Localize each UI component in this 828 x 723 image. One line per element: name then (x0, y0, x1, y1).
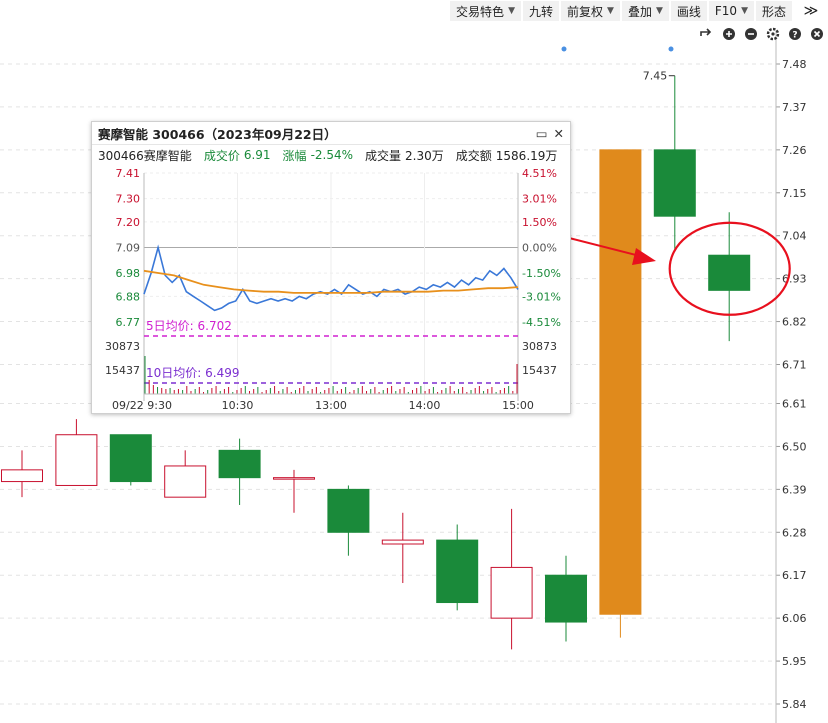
candle-body (436, 539, 479, 604)
candle-body (545, 574, 587, 623)
reply-glyph (700, 28, 712, 36)
y-tick-label: 6.82 (782, 316, 807, 329)
y-tick-label: 7.26 (782, 144, 807, 157)
ma-label: 5日均价: 6.702 (146, 319, 232, 333)
candle-body (1, 469, 43, 483)
candle-body (490, 566, 533, 619)
signal-dot (561, 46, 567, 52)
candle-body (708, 254, 751, 291)
volume-tick-right: 15437 (522, 364, 557, 377)
intraday-y-tick: 6.77 (116, 316, 141, 329)
intraday-x-tick: 10:30 (222, 399, 254, 411)
intraday-pct-tick: 1.50% (522, 216, 557, 229)
zoom-in-icon[interactable] (723, 28, 735, 40)
gear-hub (771, 32, 775, 36)
intraday-pct-tick: 3.01% (522, 193, 557, 206)
candle-body (109, 434, 152, 483)
intraday-y-tick: 7.20 (116, 216, 141, 229)
intraday-x-tick: 09/22 9:30 (112, 399, 172, 411)
intraday-pct-tick: -3.01% (522, 290, 561, 303)
amount-label: 成交额 (455, 148, 492, 163)
close-icon[interactable]: ✕ (554, 126, 564, 141)
popup-info-row: 300466赛摩智能 成交价 6.91 涨幅 -2.54% 成交量 2.30万 … (92, 145, 570, 165)
y-tick-label: 5.84 (782, 698, 807, 711)
intraday-y-tick: 7.41 (116, 167, 141, 180)
candle-body (164, 465, 207, 498)
change-value: -2.54% (310, 148, 354, 162)
change-label: 涨幅 (282, 148, 307, 163)
intraday-chart: 7.41 7.30 7.20 7.09 6.98 6.88 6.77 4.51% 3.01% 1.… (105, 167, 561, 411)
y-tick-label: 7.48 (782, 58, 807, 71)
y-tick-label: 6.17 (782, 569, 807, 582)
candle-body (55, 434, 98, 486)
intraday-pct-tick: 4.51% (522, 167, 557, 180)
annotation-arrow-head (632, 248, 656, 265)
amount-value: 1586.19万 (495, 148, 558, 163)
intraday-y-tick: 7.30 (116, 193, 141, 206)
signal-dot (668, 46, 674, 52)
candle-body (273, 477, 315, 480)
intraday-popup[interactable]: 赛摩智能 300466（2023年09月22日） ▭ ✕ 300466赛摩智能 … (91, 121, 571, 414)
help-icon[interactable]: ? (789, 28, 801, 41)
y-tick-label: 6.71 (782, 358, 807, 371)
candle-body (218, 449, 261, 479)
intraday-y-tick: 7.09 (116, 242, 141, 255)
price-value: 6.91 (243, 148, 271, 162)
y-tick-label: 6.50 (782, 440, 807, 453)
volume-tick-left: 30873 (105, 340, 140, 353)
intraday-x-tick: 13:00 (315, 399, 347, 411)
y-tick-label: 6.61 (782, 398, 807, 411)
intraday-x-tick: 14:00 (409, 399, 441, 411)
stock-code-name: 300466赛摩智能 (98, 148, 192, 163)
y-tick-label: 6.06 (782, 612, 807, 625)
y-tick-label: 7.37 (782, 101, 807, 114)
candle-body (599, 149, 642, 615)
volume-tick-right: 30873 (522, 340, 557, 353)
candle-body (653, 149, 696, 217)
y-tick-label: 6.28 (782, 526, 807, 539)
y-tick-label: 5.95 (782, 655, 807, 668)
chart-icons: ? (700, 27, 823, 41)
close-icon[interactable] (811, 28, 823, 40)
y-tick-label: 6.39 (782, 483, 807, 496)
zoom-out-icon[interactable] (745, 28, 757, 40)
intraday-pct-tick: -1.50% (522, 267, 561, 280)
intraday-y-tick: 6.98 (116, 267, 141, 280)
help-glyph: ? (792, 31, 797, 41)
high-price-label: 7.45 (643, 70, 668, 83)
volume-tick-left: 15437 (105, 364, 140, 377)
popup-header: 赛摩智能 300466（2023年09月22日） ▭ ✕ (92, 122, 570, 145)
price-label: 成交价 (203, 148, 240, 163)
intraday-pct-tick: -4.51% (522, 316, 561, 329)
minimize-icon[interactable]: ▭ (536, 126, 548, 141)
reply-icon[interactable] (700, 28, 712, 36)
intraday-x-tick: 15:00 (502, 399, 534, 411)
volume-label: 成交量 (365, 148, 402, 163)
popup-title: 赛摩智能 300466（2023年09月22日） (98, 126, 337, 142)
candle-body (327, 488, 370, 533)
candle-body (381, 539, 424, 545)
intraday-pct-tick: 0.00% (522, 242, 557, 255)
ma-label: 10日均价: 6.499 (146, 366, 239, 380)
y-tick-label: 7.15 (782, 187, 807, 200)
intraday-y-tick: 6.88 (116, 290, 141, 303)
y-tick-label: 7.04 (782, 230, 807, 243)
volume-value: 2.30万 (405, 148, 444, 163)
